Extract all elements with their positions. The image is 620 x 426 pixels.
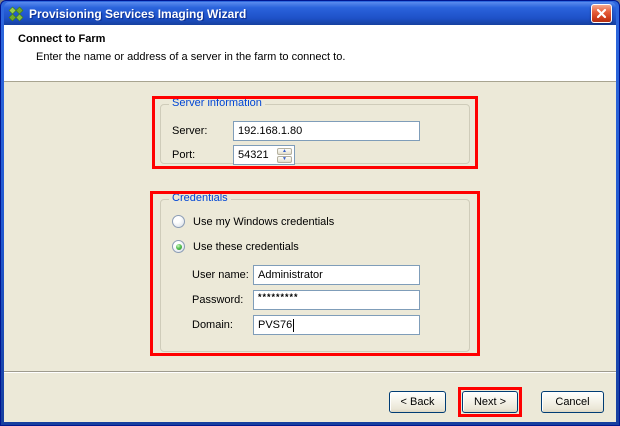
spin-down-icon[interactable]: ▼ bbox=[277, 156, 292, 163]
dialog-body: Connect to Farm Enter the name or addres… bbox=[4, 25, 616, 422]
port-input[interactable]: 54321 ▲ ▼ bbox=[233, 145, 295, 165]
spin-up-icon[interactable]: ▲ bbox=[277, 148, 292, 155]
username-label: User name: bbox=[192, 268, 249, 282]
domain-value: PVS76 bbox=[258, 319, 292, 331]
domain-label: Domain: bbox=[192, 318, 233, 332]
app-icon bbox=[8, 6, 24, 22]
server-input[interactable]: 192.168.1.80 bbox=[233, 121, 420, 141]
username-input[interactable]: Administrator bbox=[253, 265, 420, 285]
next-button[interactable]: Next > bbox=[462, 391, 518, 413]
radio-these-credentials[interactable] bbox=[172, 240, 185, 253]
titlebar: Provisioning Services Imaging Wizard bbox=[4, 2, 616, 25]
close-button[interactable] bbox=[591, 4, 612, 23]
port-label: Port: bbox=[172, 148, 195, 162]
page-subtitle: Enter the name or address of a server in… bbox=[36, 51, 345, 63]
password-value: ********* bbox=[258, 292, 299, 302]
wizard-header: Connect to Farm Enter the name or addres… bbox=[4, 25, 616, 82]
radio-windows-credentials[interactable] bbox=[172, 215, 185, 228]
server-group-title: Server information bbox=[169, 97, 265, 109]
password-input[interactable]: ********* bbox=[253, 290, 420, 310]
credentials-group-title: Credentials bbox=[169, 192, 231, 204]
page-title: Connect to Farm bbox=[18, 33, 105, 45]
radio-these-credentials-label[interactable]: Use these credentials bbox=[193, 240, 299, 254]
radio-selected-dot bbox=[176, 244, 182, 250]
username-value: Administrator bbox=[258, 269, 323, 281]
footer-divider bbox=[4, 371, 616, 373]
domain-input[interactable]: PVS76 bbox=[253, 315, 420, 335]
back-button[interactable]: < Back bbox=[389, 391, 446, 413]
radio-windows-credentials-label[interactable]: Use my Windows credentials bbox=[193, 215, 334, 229]
cancel-button[interactable]: Cancel bbox=[541, 391, 604, 413]
window-title: Provisioning Services Imaging Wizard bbox=[29, 7, 591, 21]
password-label: Password: bbox=[192, 293, 243, 307]
server-label: Server: bbox=[172, 124, 207, 138]
close-icon bbox=[596, 8, 607, 19]
port-spinner: ▲ ▼ bbox=[277, 148, 292, 162]
port-value: 54321 bbox=[238, 149, 269, 161]
wizard-window: Provisioning Services Imaging Wizard Con… bbox=[0, 0, 620, 426]
server-value: 192.168.1.80 bbox=[238, 125, 302, 137]
text-caret bbox=[293, 319, 294, 332]
